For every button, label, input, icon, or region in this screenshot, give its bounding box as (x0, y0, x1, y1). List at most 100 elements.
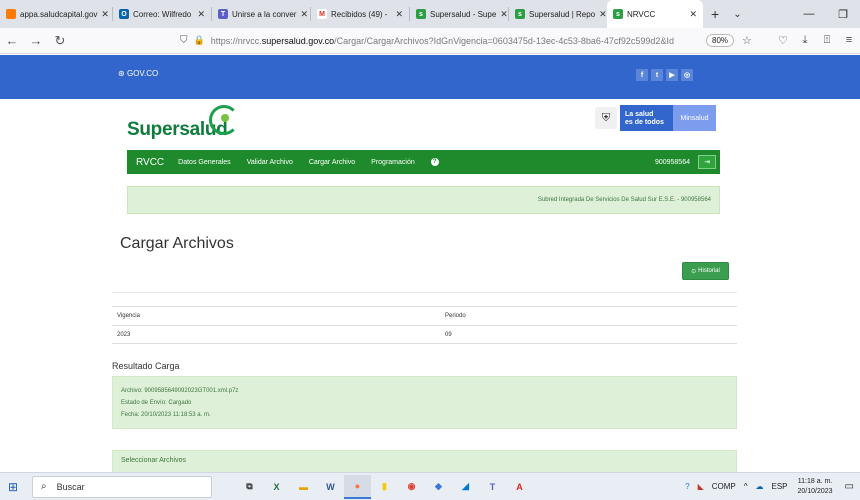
clock-time: 11:18 a. m. (797, 477, 833, 485)
result-status: Estado de Envío: Cargado (121, 400, 192, 406)
browser-toolbar: ← → ↻ ⛉ 🔒 https://nrvcc.supersalud.gov.c… (0, 28, 860, 54)
tab-label: Unirse a la conver (232, 9, 297, 19)
upload-result-panel: Archivo: 9009585649092023GT001.xml.p7z E… (112, 376, 737, 429)
taskbar-search[interactable]: ⌕ Buscar (32, 475, 212, 498)
file-explorer-icon[interactable]: ▬ (290, 475, 317, 499)
tab-label: NRVCC (627, 9, 656, 19)
shield-icon[interactable]: ⛉ (180, 35, 188, 46)
select-files-panel[interactable]: Seleccionar Archivos (112, 450, 737, 472)
language-indicator[interactable]: ESP (771, 482, 787, 491)
browser-tab[interactable]: s Supersalud - Supe ✕ (410, 0, 508, 28)
table-header-row: Vigencia Periodo (112, 306, 737, 325)
notifications-icon[interactable]: ▭ (845, 481, 854, 492)
bookmark-star-icon[interactable]: ☆ (742, 34, 752, 47)
clock[interactable]: 11:18 a. m. 20/10/2023 (798, 477, 833, 497)
browser-tab-active[interactable]: s NRVCC ✕ (607, 0, 703, 28)
nav-validar-archivo[interactable]: Validar Archivo (247, 159, 293, 166)
result-file: Archivo: 9009585649092023GT001.xml.p7z (121, 388, 239, 394)
youtube-icon[interactable]: ▶ (666, 69, 678, 81)
close-tab-icon[interactable]: ✕ (391, 9, 403, 20)
nav-programacion[interactable]: Programación (371, 159, 415, 166)
minsalud-logo: Minsalud (673, 105, 716, 131)
close-tab-icon[interactable]: ✕ (193, 9, 205, 20)
historial-button[interactable]: ⊙ Historial (682, 262, 729, 280)
close-tab-icon[interactable]: ✕ (496, 9, 508, 20)
divider (112, 292, 737, 293)
pocket-icon[interactable]: ♡ (772, 34, 794, 47)
supersalud-icon: s (515, 9, 525, 19)
close-tab-icon[interactable]: ✕ (685, 9, 697, 20)
comp-label[interactable]: COMP (712, 482, 736, 491)
tab-label: Supersalud - Supe (430, 9, 497, 19)
close-tab-icon[interactable]: ✕ (97, 9, 109, 20)
close-tab-icon[interactable]: ✕ (595, 9, 607, 20)
taskbar: ⊞ ⌕ Buscar ⧉ X ▬ W ● ▮ ◉ ◆ ◢ T A ? ◣ COM… (0, 472, 860, 500)
acrobat-icon[interactable]: A (506, 475, 533, 499)
user-nit: 900958564 (654, 158, 690, 166)
comp-app-icon[interactable]: ◣ (698, 482, 704, 491)
app-icon[interactable]: ◆ (425, 475, 452, 499)
browser-tab[interactable]: s Supersalud | Repo ✕ (509, 0, 607, 28)
windows-start-icon[interactable]: ⊞ (0, 480, 26, 494)
address-bar[interactable]: ⛉ 🔒 https://nrvcc.supersalud.gov.co/Carg… (180, 31, 700, 51)
reload-icon[interactable]: ↻ (48, 33, 72, 49)
browser-tab[interactable]: T Unirse a la conver ✕ (212, 0, 310, 28)
lock-icon[interactable]: 🔒 (194, 35, 205, 46)
cell-periodo: 09 (445, 331, 452, 338)
restore-button[interactable]: ❐ (826, 8, 860, 21)
entity-name: Subred Integrada De Servicios De Salud S… (537, 197, 711, 203)
teams-icon[interactable]: T (479, 475, 506, 499)
minimize-button[interactable]: — (792, 8, 826, 21)
supersalud-icon: s (416, 9, 426, 19)
column-header-vigencia: Vigencia (117, 313, 140, 319)
downloads-icon[interactable]: ⤓ (794, 34, 816, 47)
power-bi-icon[interactable]: ▮ (371, 475, 398, 499)
la-salud-logo: La salud es de todos (620, 105, 673, 131)
app-icon[interactable]: ◢ (452, 475, 479, 499)
social-links: f t ▶ ◎ (636, 69, 693, 81)
tab-label: Recibidos (49) - (331, 9, 388, 19)
zoom-level[interactable]: 80% (706, 34, 735, 47)
nav-brand[interactable]: RVCC (136, 157, 164, 168)
gov-co-logo[interactable]: ⊛ GOV.CO (118, 69, 158, 78)
supersalud-mark-icon (209, 105, 239, 135)
result-date: Fecha: 20/10/2023 11:18:53 a. m. (121, 412, 211, 418)
back-icon[interactable]: ← (0, 33, 24, 48)
browser-tab[interactable]: appa.saludcapital.gov ✕ (0, 0, 112, 28)
tab-label: Correo: Wilfredo (133, 9, 192, 19)
url-text[interactable]: https://nrvcc.supersalud.gov.co/Cargar/C… (211, 36, 674, 46)
clock-date: 20/10/2023 (797, 487, 833, 495)
firefox-icon[interactable]: ● (344, 474, 371, 499)
extensions-icon[interactable]: ⍐ (816, 34, 838, 47)
help-circle-icon[interactable]: ? (685, 482, 689, 491)
browser-tab[interactable]: M Recibidos (49) - ✕ (311, 0, 409, 28)
list-tabs-button[interactable]: ⌄ (727, 9, 747, 20)
onedrive-icon[interactable]: ☁ (755, 482, 763, 491)
browser-tab-strip: appa.saludcapital.gov ✕ O Correo: Wilfre… (0, 0, 860, 28)
close-tab-icon[interactable]: ✕ (296, 9, 308, 20)
search-icon: ⌕ (41, 481, 47, 492)
nav-datos-generales[interactable]: Datos Generales (178, 159, 231, 166)
history-icon: ⊙ (691, 268, 697, 275)
nav-cargar-archivo[interactable]: Cargar Archivo (309, 159, 355, 166)
facebook-icon[interactable]: f (636, 69, 648, 81)
chrome-icon[interactable]: ◉ (398, 475, 425, 499)
forward-icon[interactable]: → (24, 33, 48, 48)
column-header-periodo: Periodo (445, 313, 466, 319)
colombia-shield-icon: ⛨ (595, 107, 617, 129)
excel-icon[interactable]: X (263, 475, 290, 499)
logout-button[interactable]: ⇥ (698, 155, 716, 169)
help-icon[interactable]: ? (430, 158, 439, 166)
twitter-icon[interactable]: t (651, 69, 663, 81)
menu-icon[interactable]: ≡ (838, 34, 860, 47)
instagram-icon[interactable]: ◎ (681, 69, 693, 81)
word-icon[interactable]: W (317, 475, 344, 499)
chevron-up-icon[interactable]: ^ (744, 482, 748, 491)
task-view-icon[interactable]: ⧉ (236, 475, 263, 499)
new-tab-button[interactable]: + (703, 6, 727, 22)
browser-tab[interactable]: O Correo: Wilfredo ✕ (113, 0, 211, 28)
cell-vigencia: 2023 (117, 331, 131, 338)
outlook-icon: O (119, 9, 129, 19)
page-title: Cargar Archivos (120, 235, 234, 252)
tab-label: Supersalud | Repo (529, 9, 596, 19)
